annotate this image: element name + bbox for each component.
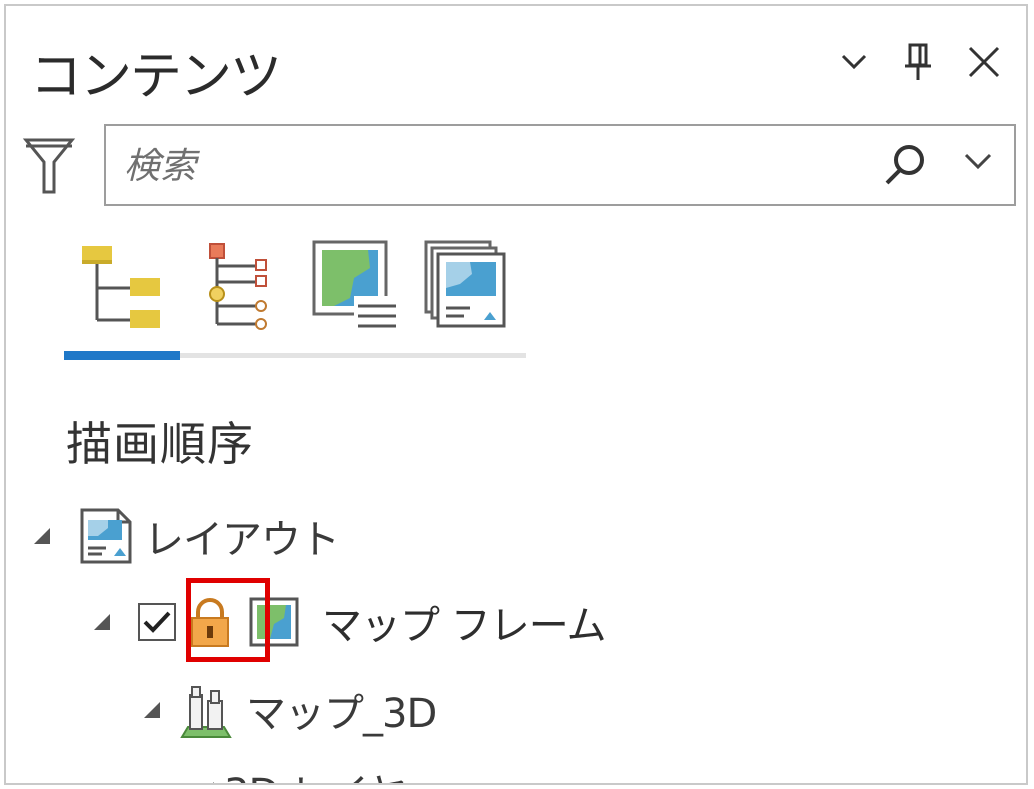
tree-item-layout[interactable]: レイアウト — [30, 504, 340, 568]
filter-button[interactable] — [22, 134, 76, 202]
tree-item-label: マップ フレーム — [322, 603, 607, 649]
tree-item-map-frame[interactable]: マップ フレーム — [90, 590, 607, 654]
list-by-map-frame-button[interactable] — [310, 238, 402, 334]
tree-item-label: レイアウト — [144, 517, 340, 563]
close-icon — [968, 46, 1000, 78]
expand-triangle-icon[interactable] — [90, 610, 114, 634]
pin-icon — [905, 43, 931, 80]
tree-item-label: マップ_3D — [246, 691, 437, 737]
search-button[interactable] — [882, 142, 928, 192]
map-frame-icon — [312, 240, 398, 330]
tree-item-map-3d[interactable]: マップ_3D — [140, 678, 437, 742]
search-icon — [885, 145, 924, 185]
pane-title: コンテンツ — [30, 47, 282, 107]
tree-item-3d-layer[interactable]: 3D レイヤー — [194, 758, 446, 785]
search-input[interactable] — [122, 140, 846, 192]
pages-icon — [424, 240, 506, 328]
contents-pane: コンテンツ 検索 描画順序 レイアウト マップ フレーム マップ_3D — [4, 4, 1028, 785]
filter-icon — [22, 138, 76, 194]
chevron-down-icon — [964, 153, 992, 170]
list-by-drawing-order-button[interactable] — [72, 238, 164, 334]
visibility-checkbox[interactable] — [138, 603, 176, 641]
data-source-icon — [209, 243, 267, 330]
list-by-data-source-button[interactable] — [192, 238, 284, 334]
tree-item-label: 3D レイヤー — [224, 761, 446, 783]
auto-hide-button[interactable] — [898, 42, 938, 82]
checkmark-icon — [143, 611, 171, 633]
lock-highlight — [186, 578, 270, 662]
expand-triangle-icon[interactable] — [30, 524, 54, 548]
search-box — [104, 124, 1016, 206]
section-title: 描画順序 — [66, 417, 254, 471]
drawing-order-icon — [82, 246, 160, 328]
pane-options-button[interactable] — [834, 42, 874, 82]
3d-map-icon — [180, 686, 232, 738]
chevron-down-icon — [841, 54, 867, 70]
close-button[interactable] — [964, 42, 1004, 82]
expand-triangle-icon[interactable] — [194, 778, 218, 785]
search-options-button[interactable] — [962, 150, 994, 176]
layout-icon — [80, 508, 132, 564]
expand-triangle-icon[interactable] — [140, 698, 164, 722]
list-by-pages-button[interactable] — [420, 238, 512, 334]
view-tab-indicator — [64, 351, 180, 360]
